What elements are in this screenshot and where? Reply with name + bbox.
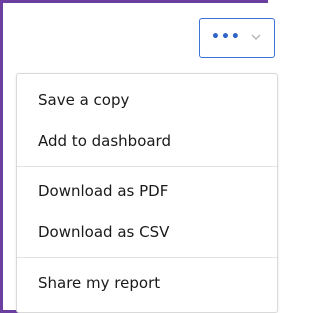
chevron-down-icon [251,34,261,40]
menu-item-save-copy[interactable]: Save a copy [17,80,279,120]
menu-item-add-to-dashboard[interactable]: Add to dashboard [17,121,279,161]
options-menu: Save a copy Add to dashboard Download as… [16,73,279,313]
menu-item-download-pdf[interactable]: Download as PDF [17,171,279,211]
dialog-frame: ••• Save a copy Add to dashboard Downloa… [0,0,279,313]
menu-item-share-report[interactable]: Share my report [17,263,279,303]
more-options-button[interactable]: ••• [199,18,275,58]
menu-divider [17,166,279,167]
menu-item-download-csv[interactable]: Download as CSV [17,212,279,252]
menu-divider [17,257,279,258]
more-icon: ••• [211,29,241,45]
